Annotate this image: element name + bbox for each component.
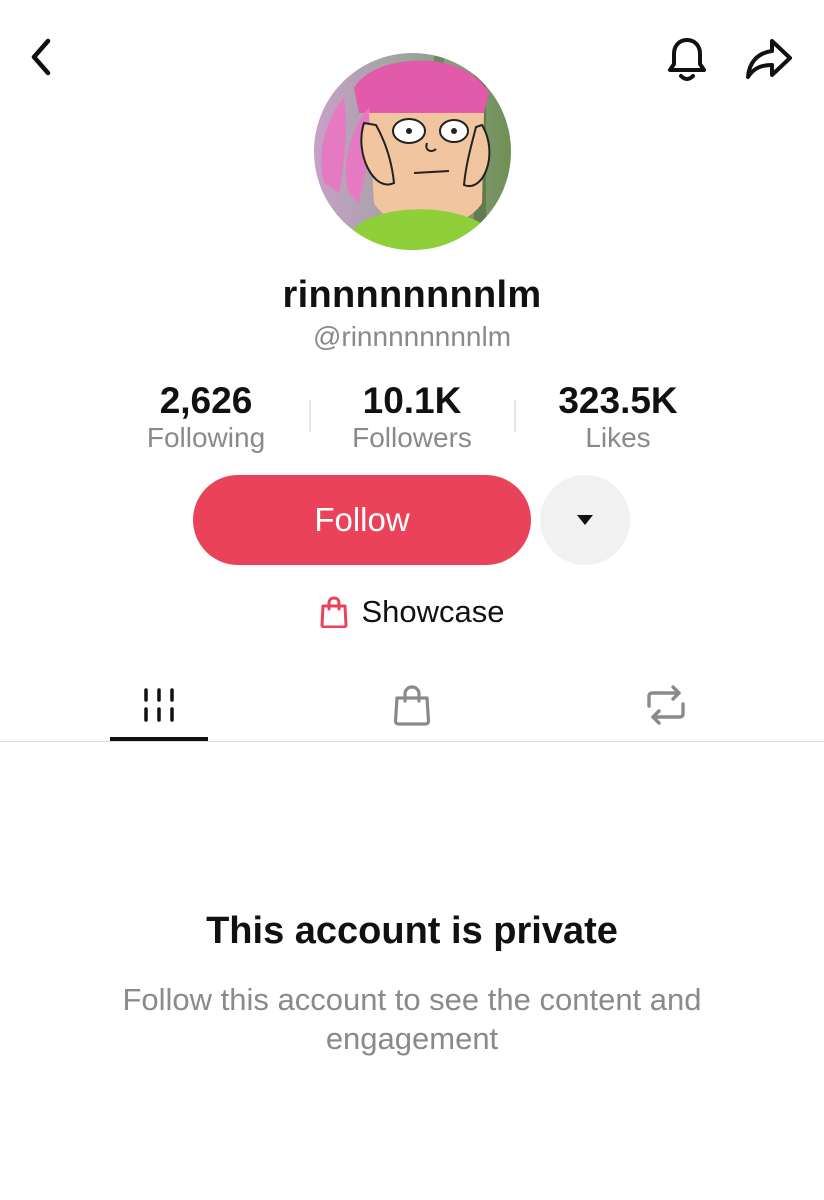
grid-icon	[144, 688, 174, 722]
back-button[interactable]	[18, 34, 64, 80]
profile-page: rinnnnnnnnlm @rinnnnnnnnlm 2,626 Followi…	[0, 0, 824, 1200]
shopping-bag-icon	[393, 685, 431, 726]
shopping-bag-icon	[320, 596, 348, 628]
username-handle: @rinnnnnnnnlm	[312, 321, 512, 352]
suggested-accounts-button[interactable]	[540, 475, 630, 565]
followers-count: 10.1K	[362, 380, 462, 421]
stat-following[interactable]: 2,626 Following	[120, 380, 292, 454]
tab-shop[interactable]	[362, 670, 462, 740]
avatar-image	[314, 53, 511, 250]
private-account-title: This account is private	[206, 910, 618, 952]
bell-icon	[668, 38, 706, 82]
follow-button[interactable]: Follow	[193, 475, 531, 565]
notification-button[interactable]	[662, 34, 712, 84]
stat-divider	[309, 400, 311, 432]
likes-label: Likes	[585, 422, 651, 453]
showcase-label: Showcase	[361, 594, 505, 629]
showcase-link[interactable]: Showcase	[0, 594, 824, 630]
likes-count: 323.5K	[558, 380, 678, 421]
share-arrow-icon	[746, 39, 792, 79]
tab-reposts[interactable]	[616, 670, 716, 740]
display-name: rinnnnnnnnlm	[282, 274, 542, 316]
followers-label: Followers	[352, 422, 472, 453]
share-button[interactable]	[742, 34, 796, 84]
stat-followers[interactable]: 10.1K Followers	[326, 380, 498, 454]
caret-down-icon	[577, 515, 593, 525]
tab-videos[interactable]	[110, 670, 208, 740]
divider	[0, 741, 824, 742]
repost-icon	[647, 685, 685, 725]
stat-divider	[514, 400, 516, 432]
chevron-left-icon	[31, 38, 51, 76]
stat-likes[interactable]: 323.5K Likes	[532, 380, 704, 454]
avatar[interactable]	[314, 53, 511, 250]
following-count: 2,626	[159, 380, 253, 421]
private-account-subtitle: Follow this account to see the content a…	[122, 982, 702, 1056]
following-label: Following	[146, 422, 266, 453]
